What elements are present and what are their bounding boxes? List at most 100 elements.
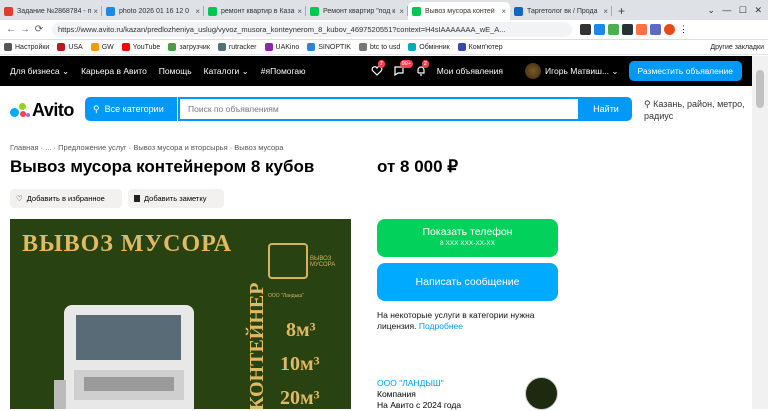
extensions-area: ⋮ [580,24,689,35]
bookmark-icon [121,43,130,51]
my-ads-link[interactable]: Мои объявления [437,66,503,76]
listing-photo[interactable]: ВЫВОЗ МУСОРА ВЫВОЗ МУСОРА ООО "Ландыш" К… [10,219,351,409]
bookmark-icon [408,43,417,51]
url-field[interactable]: https://www.avito.ru/kazan/predlozheniya… [52,22,572,37]
nav-help[interactable]: Помощь [159,66,192,76]
browser-tab[interactable]: ремонт квартир в Каза × [204,2,306,20]
extension-icon[interactable] [608,24,619,35]
user-menu[interactable]: Игорь Матвиш... ⌄ [525,63,619,79]
bookmarks-bar: Настройки USA GW YouTube загрузчик rutracker U… [0,40,768,55]
lotus-logo-icon [268,243,308,279]
bookmark-item[interactable]: Обмінник [408,43,450,51]
bookmark-icon [90,43,99,51]
phone-mask: 8 XXX XXX-XX-XX [440,240,495,247]
bookmark-item[interactable]: Настройки [4,43,49,51]
photo-company: ООО "Ландыш" [268,293,304,299]
profile-icon[interactable] [664,24,675,35]
nav-help-tag[interactable]: #яПомогаю [261,66,306,76]
bookmark-item[interactable]: rutracker [217,43,257,51]
forward-icon[interactable]: → [18,24,32,35]
new-tab-button[interactable]: + [618,4,625,18]
page-title: Вывоз мусора контейнером 8 кубов [10,157,315,176]
note-icon [134,195,140,202]
avito-logo[interactable]: Avito [10,100,74,121]
bookmark-icon [457,43,466,51]
add-to-favorites-button[interactable]: ♡ Добавить в избранное [10,189,122,208]
bookmark-label: SINOPTIK [318,43,351,51]
messages-badge: 99+ [399,60,414,68]
search-icon: ⚲ [93,103,100,114]
seller-avatar[interactable] [525,377,558,410]
bookmark-label: Обмінник [419,43,450,51]
browser-tab[interactable]: Вывоз мусора контей × [408,2,510,20]
notifications-bell-icon[interactable]: 2 [415,60,429,77]
find-button[interactable]: Найти [580,97,632,121]
tab-close-icon[interactable]: × [195,7,200,16]
bookmark-item[interactable]: GW [90,43,114,51]
extension-icon[interactable] [580,24,591,35]
bookmark-label: btc to usd [369,43,401,51]
bookmark-icon [264,43,273,51]
window-controls[interactable]: ⌄ — ☐ ✕ [701,5,768,20]
tab-favicon-icon [4,6,13,16]
scrollbar[interactable] [752,56,768,409]
other-bookmarks[interactable]: Другие закладки [710,44,764,51]
bookmark-item[interactable]: YouTube [121,43,160,51]
photo-volume-20: 20м³ [280,387,320,409]
extension-icon[interactable] [636,24,647,35]
bookmark-item[interactable]: загрузчик [168,43,210,51]
seller-since: На Авито с 2024 года [377,400,462,410]
tab-close-icon[interactable]: × [93,7,98,16]
tab-title: Таргетолог вк / Прода [527,7,598,15]
nav-business[interactable]: Для бизнеса ⌄ [10,66,69,77]
bookmark-label: Настройки [15,43,50,51]
bookmark-label: USA [68,43,83,51]
search-input[interactable]: Поиск по объявлениям [178,97,580,121]
show-phone-button[interactable]: Показать телефон 8 XXX XXX-XX-XX [377,219,558,257]
extension-icon[interactable] [594,24,605,35]
post-ad-button[interactable]: Разместить объявление [628,61,742,81]
browser-tab[interactable]: Задание №2868784 - п × [0,2,102,20]
license-note: На некоторые услуги в категории нужна ли… [377,310,535,331]
add-note-button[interactable]: Добавить заметку [128,189,224,208]
favorites-heart-icon[interactable]: 7 [371,60,385,77]
messages-icon[interactable]: 99+ [393,60,414,77]
browser-tab[interactable]: Ремонт квартир "под к × [306,2,408,20]
license-more-link[interactable]: Подробнее [419,321,463,331]
tab-favicon-icon [208,6,217,16]
bookmark-item[interactable]: UAKino [264,43,300,51]
location-selector[interactable]: ⚲ Казань, район, метро, радиус [644,98,752,122]
bookmark-icon [168,43,177,51]
price: от 8 000 ₽ [377,157,459,176]
photo-headline: ВЫВОЗ МУСОРА [22,231,233,257]
scrollbar-thumb[interactable] [756,70,764,108]
breadcrumb[interactable]: Главная · ... · Предложение услуг · Выво… [10,143,283,152]
tab-close-icon[interactable]: × [603,7,608,16]
reload-icon[interactable]: ⟳ [32,24,46,35]
seller-name-link[interactable]: ООО "ЛАНДЫШ" [377,378,461,389]
browser-tab-bar: Задание №2868784 - п × photo 2026 01 16 12… [0,0,768,20]
bookmark-label: UAKino [275,43,300,51]
nav-catalogs[interactable]: Каталоги ⌄ [204,66,249,77]
nav-career[interactable]: Карьера в Авито [81,66,147,76]
bookmark-item[interactable]: btc to usd [358,43,401,51]
bookmark-item[interactable]: Комп'ютер [457,43,503,51]
bookmark-item[interactable]: SINOPTIK [307,43,351,51]
browser-tab[interactable]: Таргетолог вк / Прода × [510,2,612,20]
bookmark-label: GW [101,43,114,51]
bookmark-item[interactable]: USA [57,43,83,51]
tab-close-icon[interactable]: × [501,7,506,16]
back-icon[interactable]: ← [4,24,18,35]
extension-icon[interactable] [622,24,633,35]
bookmark-icon [217,43,226,51]
photo-volume-10: 10м³ [280,353,320,375]
tab-close-icon[interactable]: × [297,7,302,16]
extension-icon[interactable] [650,24,661,35]
tab-favicon-icon [514,6,523,16]
tab-close-icon[interactable]: × [399,7,404,16]
menu-icon[interactable]: ⋮ [678,24,689,35]
write-message-button[interactable]: Написать сообщение [377,263,558,301]
all-categories-button[interactable]: ⚲ Все категории [85,97,177,121]
browser-tab[interactable]: photo 2026 01 16 12 0 × [102,2,204,20]
heart-icon: ♡ [16,194,23,203]
